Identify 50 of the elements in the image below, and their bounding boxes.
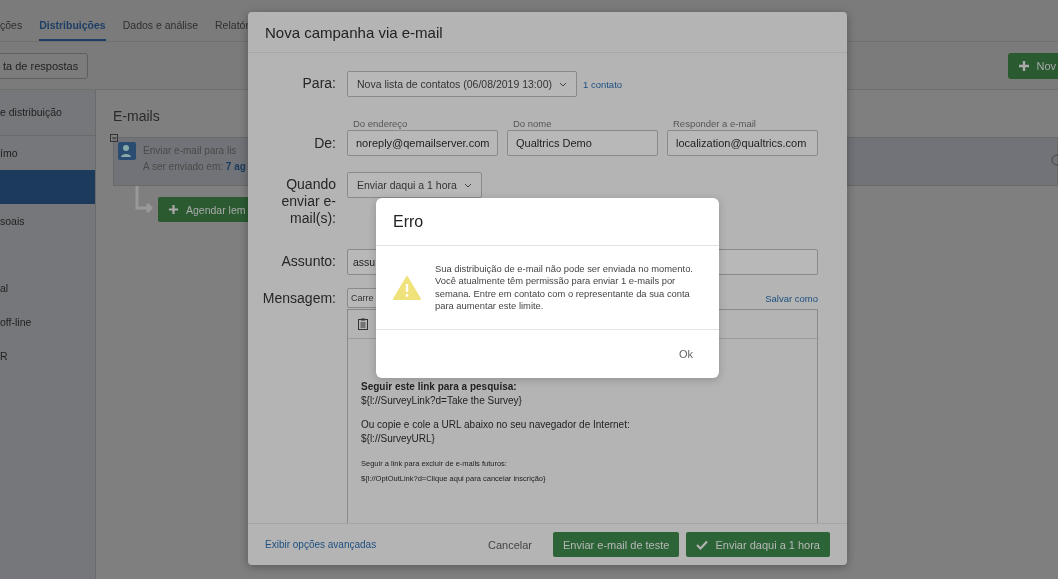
field-label: Para: xyxy=(301,74,336,94)
plus-icon xyxy=(1018,59,1031,72)
send-test-button[interactable]: Enviar e-mail de teste xyxy=(553,532,680,558)
sidebar-item[interactable]: ímo xyxy=(0,136,95,170)
plus-icon xyxy=(168,204,179,215)
ok-button[interactable]: Ok xyxy=(672,344,699,364)
cancel-button[interactable]: Cancelar xyxy=(482,537,539,552)
schedule-dropdown[interactable]: Enviar daqui a 1 hora xyxy=(347,172,482,199)
advanced-options-link[interactable]: Exibir opções avançadas xyxy=(265,539,475,551)
section-title: E-mails xyxy=(113,108,160,124)
clipboard-icon[interactable] xyxy=(358,318,368,331)
connector-arrow xyxy=(133,184,155,214)
person-icon xyxy=(118,142,136,160)
error-message: Sua distribuição de e-mail não pode ser enviada no momento. Você atualmente têm permissão para enviar 1 e-mails por semana. Entre em contato com o representante da sua conta para aumentar este limite. xyxy=(435,262,694,313)
scheduled-date[interactable]: 7 ag xyxy=(225,161,246,172)
dialog-title: Nova campanha via e-mail xyxy=(265,23,443,41)
nav-tab[interactable]: ções xyxy=(0,19,23,41)
field-label: Quando enviar e-mail(s): xyxy=(280,175,336,228)
field-label: Mensagem: xyxy=(261,289,336,309)
message-text: ${l://SurveyURL} xyxy=(361,432,436,447)
field-caption: Do nome xyxy=(512,118,553,130)
sidebar-item[interactable]: off-line xyxy=(0,305,95,339)
input-field[interactable]: noreply@qemailserver.com xyxy=(347,130,498,157)
recipient-dropdown[interactable]: Nova lista de contatos (06/08/2019 13:00) xyxy=(347,71,577,98)
check-icon xyxy=(696,539,709,550)
sidebar-item[interactable]: R xyxy=(0,339,95,373)
nav-tab[interactable]: Dados e análise xyxy=(122,19,199,41)
message-text: Ou copie e cole a URL abaixo no seu navegador de Internet: xyxy=(361,418,631,433)
message-text: ${l://SurveyLink?d=Take the Survey} xyxy=(361,394,523,409)
input-field[interactable]: Qualtrics Demo xyxy=(507,130,658,157)
nav-tab[interactable]: Relatór xyxy=(215,19,249,41)
new-button[interactable]: Nov xyxy=(1008,52,1058,79)
input-field[interactable]: localization@qualtrics.com xyxy=(667,130,818,157)
save-as-link[interactable]: Salvar como xyxy=(765,292,818,304)
sidebar-item[interactable]: al xyxy=(0,271,95,305)
field-label: Assunto: xyxy=(280,252,336,272)
warning-icon xyxy=(393,275,421,300)
collapse-icon[interactable] xyxy=(110,134,118,142)
responses-button[interactable]: ta de respostas xyxy=(0,52,89,79)
message-text: Seguir este link para a pesquisa: xyxy=(361,380,518,395)
caret-icon xyxy=(558,81,567,87)
field-label: De: xyxy=(313,134,336,154)
field-caption: Do endereço xyxy=(352,118,409,130)
contact-count-link[interactable]: 1 contato xyxy=(582,78,623,90)
send-button[interactable]: Enviar daqui a 1 hora xyxy=(686,532,830,558)
field-caption: Responder a e-mail xyxy=(672,118,757,130)
dialog-title: Erro xyxy=(393,212,424,231)
sidebar-heading: e distribuição xyxy=(0,90,95,136)
sidebar-item[interactable]: soais xyxy=(0,204,95,238)
caret-icon xyxy=(463,182,472,188)
